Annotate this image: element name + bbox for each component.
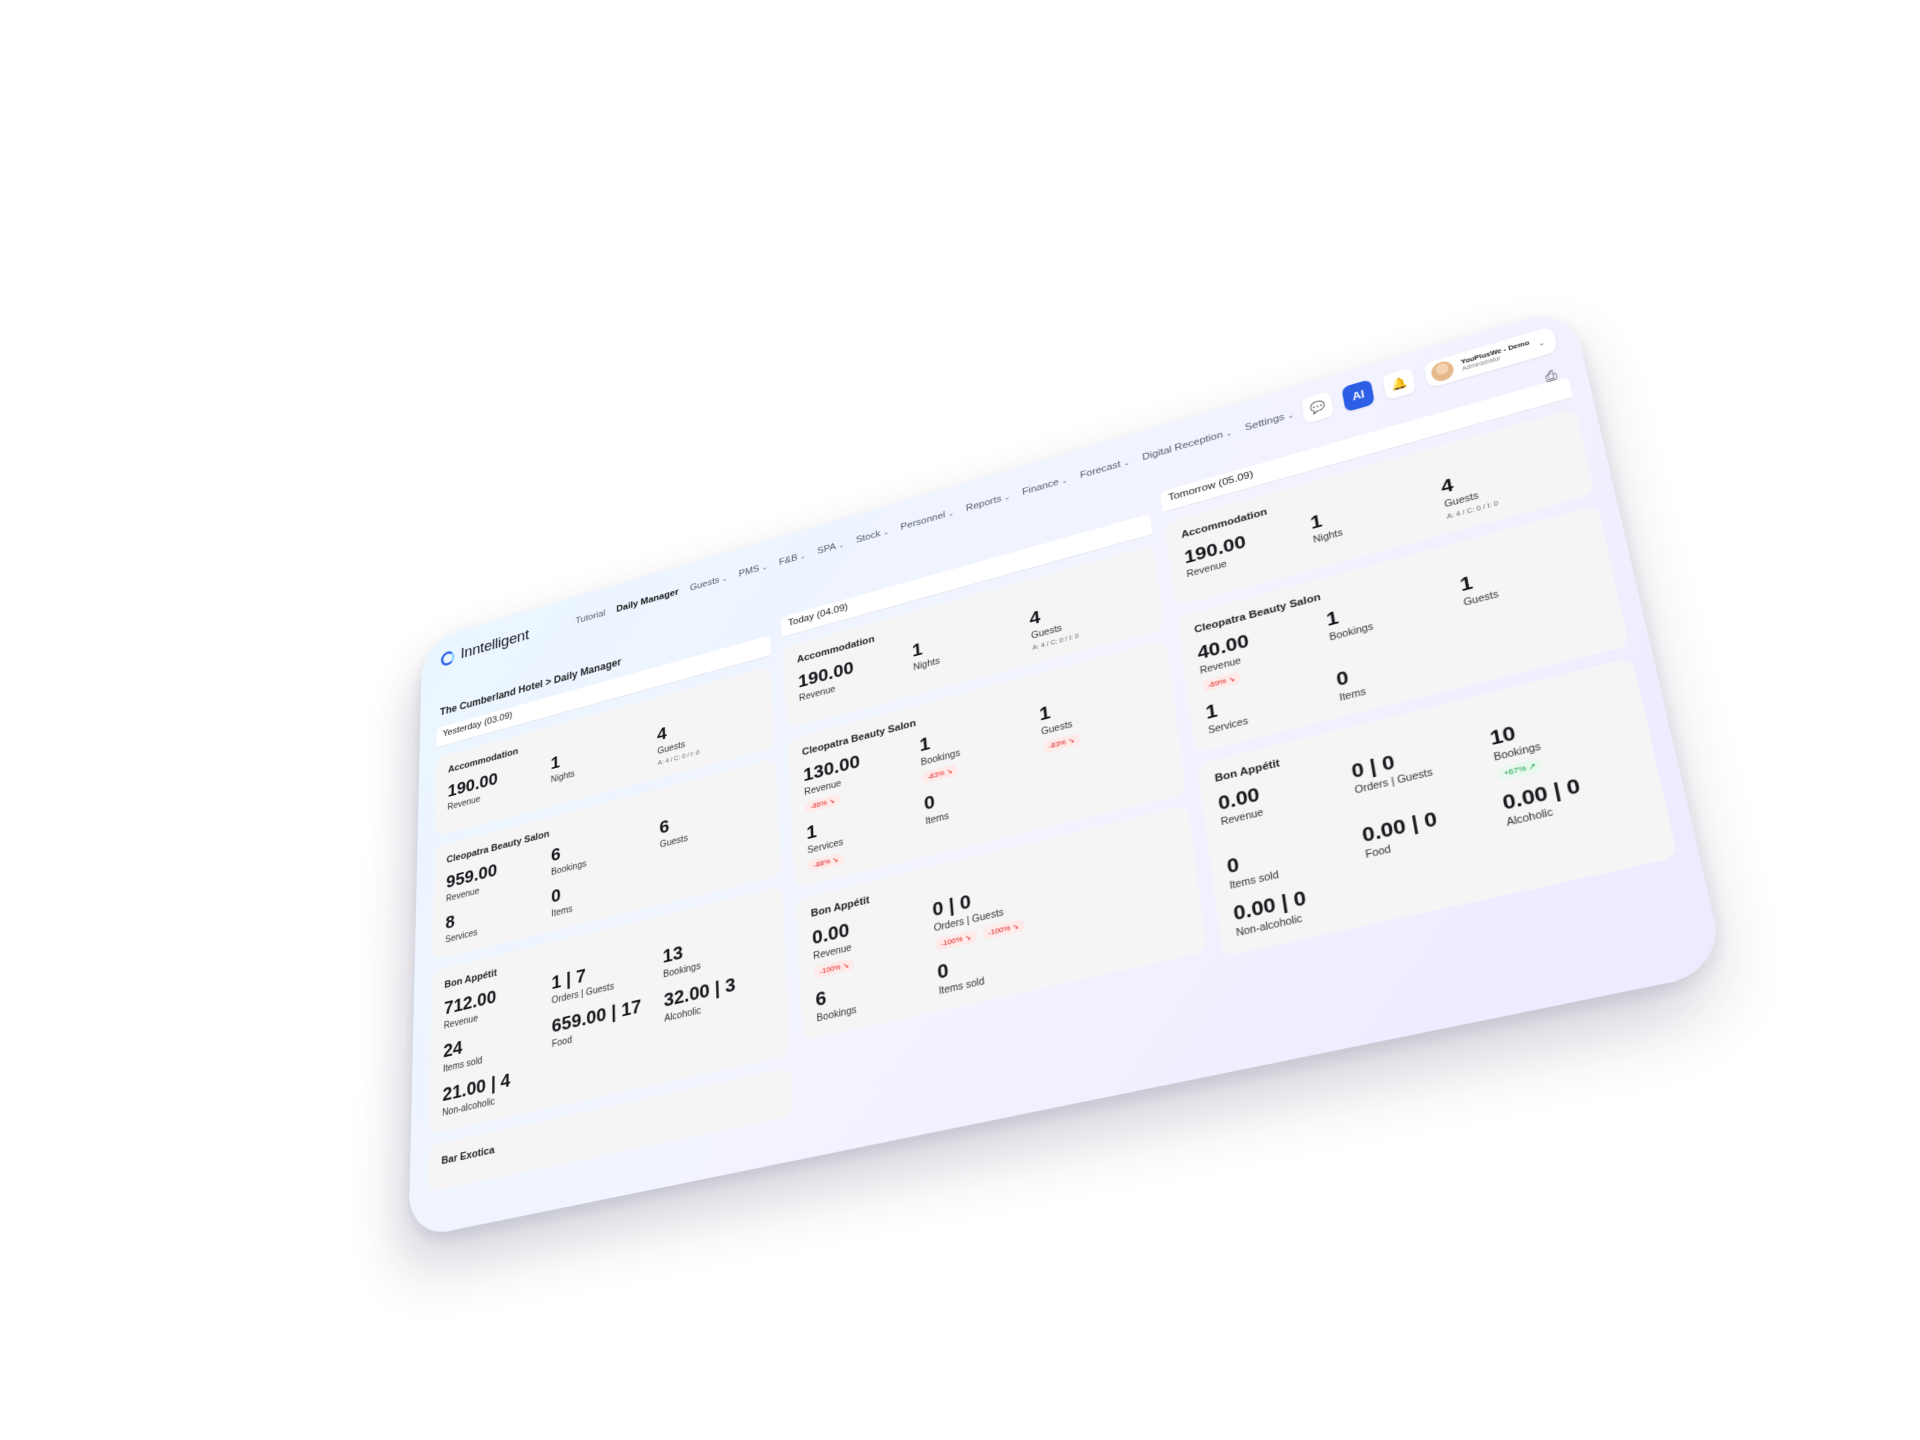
nav-item-label: Reports xyxy=(965,493,1002,514)
nav-item-daily-manager[interactable]: Daily Manager xyxy=(616,587,678,614)
chevron-down-icon: ⌄ xyxy=(882,527,889,537)
change-badge: -86% ↘ xyxy=(804,793,841,814)
day-column: Tomorrow (05.09) Accommodation 190.00 Reven… xyxy=(1159,376,1705,1070)
chevron-down-icon: ⌄ xyxy=(1537,337,1546,348)
change-badge: -100% ↘ xyxy=(813,957,855,980)
chevron-down-icon: ⌄ xyxy=(721,574,728,583)
chevron-down-icon: ⌄ xyxy=(1286,410,1295,420)
change-badge: -100% ↘ xyxy=(981,918,1026,941)
nav-item-label: Stock xyxy=(855,528,881,546)
nav-item-stock[interactable]: Stock ⌄ xyxy=(855,526,889,546)
nav-item-reports[interactable]: Reports ⌄ xyxy=(965,491,1011,514)
day-column: Today (04.09) Accommodation 190.00 Revenue 1… xyxy=(780,496,1223,1158)
avatar xyxy=(1429,358,1456,384)
chevron-down-icon: ⌄ xyxy=(1122,457,1130,468)
nav-item-label: PMS xyxy=(738,563,760,580)
nav-item-label: Forecast xyxy=(1079,459,1122,481)
chevron-down-icon: ⌄ xyxy=(1225,428,1233,438)
metric-grid: 0.00 Revenue 0 | 0 Orders | Guests 10 Booking… xyxy=(1217,697,1656,940)
day-column: Yesterday (03.09) Accommodation 190.00 Reve… xyxy=(427,603,796,1235)
nav-item-guests[interactable]: Guests ⌄ xyxy=(690,573,728,593)
chevron-down-icon: ⌄ xyxy=(947,508,955,518)
nav-item-f-b[interactable]: F&B ⌄ xyxy=(778,550,806,568)
nav-item-spa[interactable]: SPA ⌄ xyxy=(817,539,844,556)
change-badge: -88% ↘ xyxy=(808,852,845,873)
nav-item-forecast[interactable]: Forecast ⌄ xyxy=(1080,457,1131,481)
chat-icon[interactable]: 💬 xyxy=(1301,390,1335,424)
nav-item-personnel[interactable]: Personnel ⌄ xyxy=(900,508,954,533)
chevron-down-icon: ⌄ xyxy=(761,562,768,572)
nav-item-label: Finance xyxy=(1021,477,1060,498)
bell-icon[interactable]: 🔔 xyxy=(1382,367,1417,401)
change-badge: -100% ↘ xyxy=(934,929,978,952)
nav-item-tutorial[interactable]: Tutorial xyxy=(575,608,605,626)
nav-item-label: Digital Reception xyxy=(1141,429,1224,463)
logo-icon xyxy=(440,649,455,668)
marketing-stage: Inntelligent Tutorial Daily Manager Guests… xyxy=(0,0,1920,1440)
tablet-frame: Inntelligent Tutorial Daily Manager Guests… xyxy=(408,305,1727,1240)
nav-item-label: Daily Manager xyxy=(616,587,679,615)
ai-button[interactable]: AI xyxy=(1341,379,1376,413)
chevron-down-icon: ⌄ xyxy=(1003,492,1011,502)
chevron-down-icon: ⌄ xyxy=(799,551,806,561)
logo-text: Inntelligent xyxy=(460,626,529,663)
nav-item-label: Settings xyxy=(1244,411,1286,434)
nav-item-pms[interactable]: PMS ⌄ xyxy=(738,561,768,580)
chevron-down-icon: ⌄ xyxy=(1061,475,1068,485)
nav-item-label: Guests xyxy=(689,575,720,594)
nav-item-digital-reception[interactable]: Digital Reception ⌄ xyxy=(1141,427,1233,463)
nav-item-finance[interactable]: Finance ⌄ xyxy=(1022,475,1068,498)
nav-item-label: Tutorial xyxy=(575,608,606,627)
chevron-down-icon: ⌄ xyxy=(838,540,845,550)
nav-item-label: Personnel xyxy=(900,509,946,533)
nav-item-settings[interactable]: Settings ⌄ xyxy=(1244,409,1295,434)
nav-item-label: F&B xyxy=(778,552,798,568)
nav-item-label: SPA xyxy=(817,541,837,557)
